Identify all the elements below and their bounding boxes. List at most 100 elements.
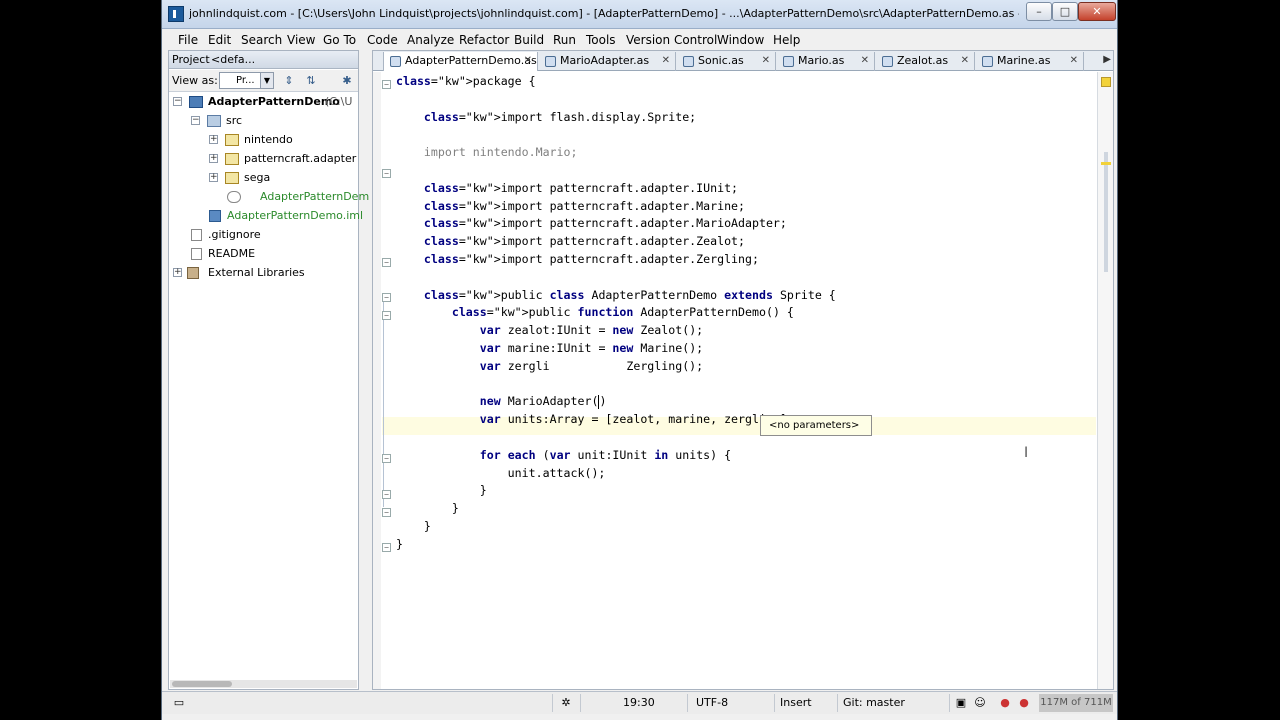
fold-marker-icon[interactable]: − (382, 311, 391, 320)
menu-run[interactable]: Run (553, 33, 576, 47)
tab-adapterpatterndemo-as[interactable]: AdapterPatternDemo.as ✕ (383, 52, 538, 71)
tab-scroll-right-icon[interactable]: ▶ (1103, 54, 1111, 65)
scrollbar-thumb[interactable] (172, 681, 232, 687)
project-scope-selector[interactable]: <defa... (211, 53, 255, 66)
tree-item-label: patterncraft.adapter (244, 152, 357, 165)
editor-gutter (373, 72, 381, 689)
tab-marine-as[interactable]: Marine.as ✕ (976, 52, 1084, 71)
menu-help[interactable]: Help (773, 33, 800, 47)
window-title: johnlindquist.com - [C:\Users\John Lindq… (189, 7, 1019, 20)
actionscript-class-icon (227, 191, 241, 203)
inspector-icon[interactable]: ☺ (973, 696, 987, 710)
menu-analyze[interactable]: Analyze (407, 33, 454, 47)
collapse-toggle-icon[interactable]: − (173, 97, 182, 106)
tool-windows-toggle-icon[interactable]: ▭ (172, 696, 186, 710)
tab-mario-as[interactable]: Mario.as ✕ (777, 52, 875, 71)
project-panel-title: Project (172, 53, 210, 66)
fold-marker-icon[interactable]: − (382, 508, 391, 517)
view-as-dropdown[interactable]: Pr... ▼ (219, 72, 274, 89)
menu-edit[interactable]: Edit (208, 33, 231, 47)
maximize-button[interactable]: □ (1052, 2, 1078, 21)
title-bar: johnlindquist.com - [C:\Users\John Lindq… (162, 0, 1117, 29)
editor-scrollbar-thumb[interactable] (1104, 152, 1108, 272)
fold-marker-icon[interactable]: − (382, 169, 391, 178)
actionscript-file-icon (390, 56, 401, 67)
expand-toggle-icon[interactable]: + (209, 173, 218, 182)
project-panel-header: Project <defa... (169, 51, 358, 69)
expand-toggle-icon[interactable]: + (173, 268, 182, 277)
tab-label: Marine.as (997, 54, 1051, 67)
menu-window[interactable]: Window (717, 33, 764, 47)
fold-marker-icon[interactable]: − (382, 490, 391, 499)
status-separator (774, 694, 775, 712)
code-line: import nintendo.Mario; (396, 145, 578, 160)
menu-code[interactable]: Code (367, 33, 398, 47)
tree-item-label: nintendo (244, 133, 293, 146)
tab-sonic-as[interactable]: Sonic.as ✕ (677, 52, 776, 71)
menu-version-control[interactable]: Version Control (626, 33, 717, 47)
close-tab-icon[interactable]: ✕ (1070, 52, 1078, 70)
editor: AdapterPatternDemo.as ✕ MarioAdapter.as … (372, 50, 1114, 690)
warning-marker[interactable] (1101, 162, 1111, 165)
insert-mode[interactable]: Insert (780, 696, 812, 709)
fold-marker-icon[interactable]: − (382, 80, 391, 89)
project-tool-window: Project <defa... View as: Pr... ▼ ⇕ ⇅ ✱ … (168, 50, 369, 690)
close-tab-icon[interactable]: ✕ (662, 52, 670, 70)
actionscript-file-icon (882, 56, 893, 67)
tab-marioadapter-as[interactable]: MarioAdapter.as ✕ (539, 52, 676, 71)
tab-label: Mario.as (798, 54, 845, 67)
expand-toggle-icon[interactable]: + (209, 154, 218, 163)
fold-marker-icon[interactable]: − (382, 258, 391, 267)
code-line: class="kw">import flash.display.Sprite; (423, 109, 697, 124)
code-line: class="kw">import patterncraft.adapter.I… (423, 180, 739, 195)
file-encoding[interactable]: UTF-8 (696, 696, 728, 709)
menu-go-to[interactable]: Go To (323, 33, 356, 47)
status-separator (687, 694, 688, 712)
memory-indicator[interactable]: 117M of 711M (1039, 694, 1113, 712)
package-icon (225, 134, 239, 146)
close-tab-icon[interactable]: ✕ (524, 52, 532, 70)
close-button[interactable]: ✕ (1078, 2, 1116, 21)
fold-marker-icon[interactable]: − (382, 454, 391, 463)
warning-status-icon[interactable] (1101, 77, 1111, 87)
lock-icon[interactable]: ▣ (954, 696, 968, 710)
intellij-app-icon (168, 6, 184, 22)
status-separator (949, 694, 950, 712)
caret-position[interactable]: 19:30 (623, 696, 655, 709)
minimize-button[interactable]: – (1026, 2, 1052, 21)
tab-zealot-as[interactable]: Zealot.as ✕ (876, 52, 975, 71)
git-branch[interactable]: Git: master (843, 696, 905, 709)
gear-icon[interactable]: ✱ (339, 73, 355, 89)
project-toolbar: View as: Pr... ▼ ⇕ ⇅ ✱ (169, 70, 358, 92)
collapse-toggle-icon[interactable]: − (191, 116, 200, 125)
menu-refactor[interactable]: Refactor (459, 33, 509, 47)
fold-marker-icon[interactable]: − (382, 293, 391, 302)
background-tasks-icon[interactable]: ✲ (559, 696, 573, 710)
actionscript-file-icon (545, 56, 556, 67)
menu-view[interactable]: View (287, 33, 315, 47)
tree-item-label: External Libraries (208, 266, 305, 279)
mouse-ibeam-cursor-icon: I (1024, 445, 1029, 461)
code-line: for each (var unit:IUnit in units) { (479, 447, 732, 462)
autoscroll-to-source-icon[interactable]: ⇕ (281, 73, 297, 89)
close-tab-icon[interactable]: ✕ (861, 52, 869, 70)
menu-file[interactable]: File (178, 33, 198, 47)
code-editor[interactable]: − − − − − − − − − class="kw">package { c… (382, 72, 1096, 689)
project-horizontal-scrollbar[interactable] (170, 680, 357, 688)
code-line: var units:Array = [zealot, marine, zergl… (479, 412, 794, 427)
code-line: class="kw">import patterncraft.adapter.Z… (423, 252, 759, 266)
event-log-icon[interactable]: ● (998, 696, 1012, 710)
collapse-all-icon[interactable]: ⇅ (303, 73, 319, 89)
close-tab-icon[interactable]: ✕ (961, 52, 969, 70)
menu-build[interactable]: Build (514, 33, 544, 47)
menu-tools[interactable]: Tools (586, 33, 616, 47)
tree-item-label: AdapterPatternDem (260, 190, 370, 203)
fold-marker-icon[interactable]: − (382, 543, 391, 552)
tab-label: Zealot.as (897, 54, 949, 67)
menu-search[interactable]: Search (241, 33, 282, 47)
error-notification-icon[interactable]: ● (1017, 696, 1031, 710)
expand-toggle-icon[interactable]: + (209, 135, 218, 144)
status-separator (552, 694, 553, 712)
error-stripe[interactable] (1097, 72, 1113, 689)
close-tab-icon[interactable]: ✕ (762, 52, 770, 70)
